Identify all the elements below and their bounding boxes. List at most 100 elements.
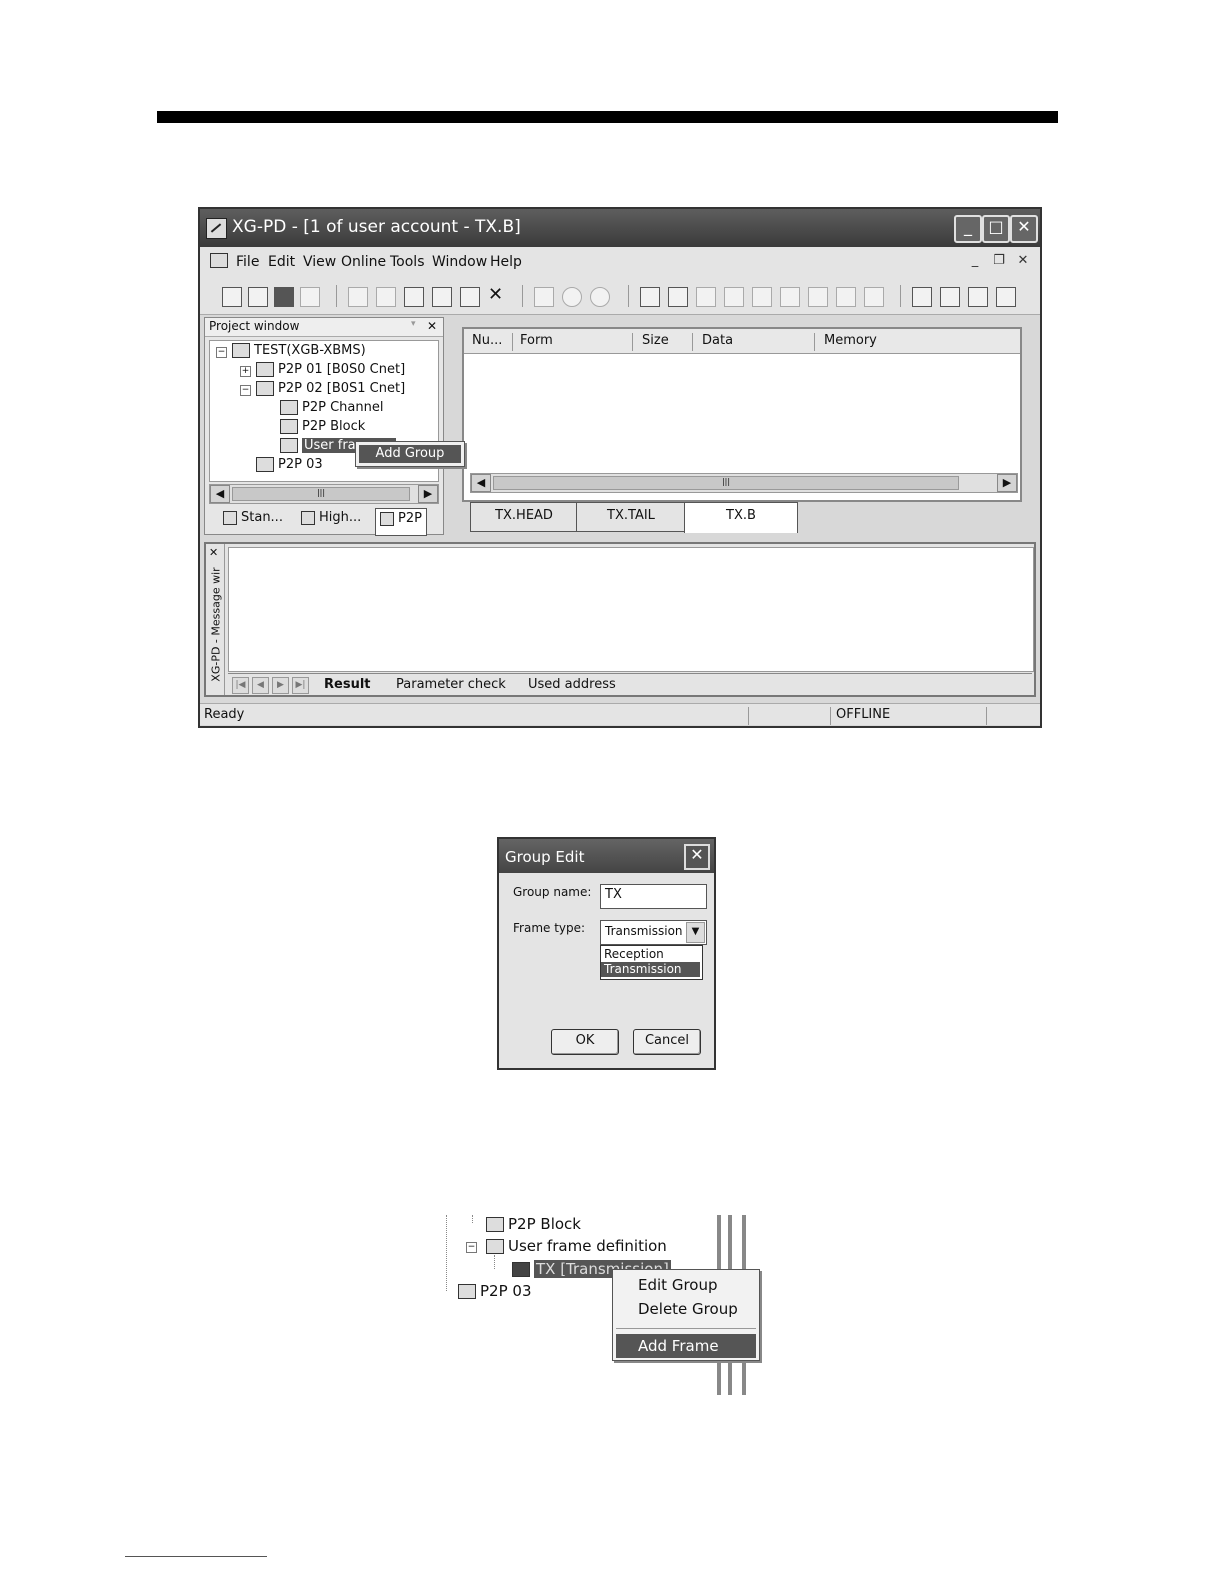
mdi-close-icon[interactable]: ✕ — [1014, 253, 1032, 271]
tree-item-p2p02[interactable]: P2P 02 [B0S1 Cnet] — [256, 381, 405, 396]
arrange-icon[interactable] — [996, 287, 1016, 307]
tree-item-root[interactable]: TEST(XGB-XBMS) — [232, 343, 366, 358]
menu-edit[interactable]: Edit — [268, 254, 295, 270]
tab-tx-b[interactable]: TX.B — [684, 502, 798, 533]
main-window: XG-PD - [1 of user account - TX.B] _ □ ✕… — [198, 207, 1042, 728]
tree-item-block[interactable]: P2P Block — [280, 419, 365, 434]
menu-add-group[interactable]: Add Group — [359, 445, 461, 463]
menu-file[interactable]: File — [236, 254, 259, 270]
dialog-close-icon[interactable]: ✕ — [684, 844, 710, 870]
minimize-button[interactable]: _ — [954, 215, 982, 243]
tab-used-address[interactable]: Used address — [528, 677, 616, 692]
tab-tx-head[interactable]: TX.HEAD — [470, 502, 578, 532]
zoom-in-icon[interactable] — [562, 287, 582, 307]
mdi-restore-icon[interactable]: ❐ — [990, 253, 1008, 271]
tab-tx-tail[interactable]: TX.TAIL — [576, 502, 686, 532]
pin-icon[interactable]: ▾ — [411, 319, 416, 329]
delete-icon[interactable]: ✕ — [488, 286, 506, 305]
frame-type-select[interactable]: Transmission ▼ — [600, 920, 707, 945]
pane-close-icon[interactable]: ✕ — [427, 319, 437, 333]
tree-item-p2p03[interactable]: P2P 03 — [458, 1282, 532, 1300]
tile-horizontal-icon[interactable] — [940, 287, 960, 307]
write-icon[interactable] — [724, 287, 744, 307]
tree-item-p2p01[interactable]: P2P 01 [B0S0 Cnet] — [256, 362, 405, 377]
col-data[interactable]: Data — [702, 333, 733, 348]
paste-icon[interactable] — [460, 287, 480, 307]
tree-item-p2p03[interactable]: P2P 03 — [256, 457, 323, 472]
expand-icon[interactable]: + — [240, 366, 251, 377]
chevron-down-icon[interactable]: ▼ — [686, 922, 705, 943]
cut-icon[interactable] — [404, 287, 424, 307]
tab-result[interactable]: Result — [324, 677, 371, 692]
cancel-button[interactable]: Cancel — [633, 1029, 701, 1055]
tree-context-menu: Add Group — [355, 441, 465, 467]
first-icon[interactable]: |◀ — [232, 677, 249, 694]
next-icon[interactable]: ▶ — [272, 677, 289, 694]
mdi-minimize-icon[interactable]: _ — [966, 253, 984, 271]
message-output[interactable] — [228, 547, 1034, 672]
scroll-left-icon[interactable]: ◀ — [210, 485, 230, 503]
open-icon[interactable] — [248, 287, 268, 307]
scroll-right-icon[interactable]: ▶ — [997, 474, 1017, 492]
scroll-thumb[interactable]: ||| — [493, 476, 959, 490]
tree-item-block[interactable]: P2P Block — [486, 1215, 581, 1233]
menu-bar: File Edit View Online Tools Window Help … — [200, 247, 1040, 277]
settings-icon[interactable] — [836, 287, 856, 307]
maximize-button[interactable]: □ — [982, 215, 1010, 243]
new-icon[interactable] — [222, 287, 242, 307]
col-form[interactable]: Form — [520, 333, 553, 348]
scroll-left-icon[interactable]: ◀ — [471, 474, 491, 492]
menu-add-frame[interactable]: Add Frame — [616, 1334, 756, 1358]
scroll-thumb[interactable]: ||| — [232, 487, 410, 501]
tab-highspeed[interactable]: High... — [301, 510, 361, 532]
ok-button[interactable]: OK — [551, 1029, 619, 1055]
menu-help[interactable]: Help — [490, 254, 522, 270]
info-icon[interactable] — [864, 287, 884, 307]
menu-tools[interactable]: Tools — [390, 254, 425, 270]
group-name-input[interactable]: TX — [600, 884, 707, 909]
menu-delete-group[interactable]: Delete Group — [638, 1300, 738, 1318]
col-size[interactable]: Size — [642, 333, 669, 348]
prev-icon[interactable]: ◀ — [252, 677, 269, 694]
option-reception[interactable]: Reception — [601, 947, 700, 962]
scroll-right-icon[interactable]: ▶ — [418, 485, 438, 503]
disconnect-icon[interactable] — [668, 287, 688, 307]
list-hscrollbar[interactable]: ◀ ||| ▶ — [470, 473, 1018, 493]
collapse-icon[interactable]: − — [240, 385, 251, 396]
collapse-icon[interactable]: − — [466, 1242, 477, 1253]
undo-icon[interactable] — [348, 287, 368, 307]
menu-edit-group[interactable]: Edit Group — [638, 1276, 717, 1294]
tree-hscrollbar[interactable]: ◀ ||| ▶ — [209, 484, 439, 504]
menu-view[interactable]: View — [303, 254, 336, 270]
message-close-icon[interactable]: ✕ — [209, 546, 218, 559]
cascade-icon[interactable] — [912, 287, 932, 307]
tab-parameter-check[interactable]: Parameter check — [396, 677, 506, 692]
export-icon[interactable] — [780, 287, 800, 307]
print-icon[interactable] — [300, 287, 320, 307]
tile-vertical-icon[interactable] — [968, 287, 988, 307]
menu-window[interactable]: Window — [432, 254, 487, 270]
diagnose-icon[interactable] — [808, 287, 828, 307]
block-icon — [280, 419, 298, 434]
connect-icon[interactable] — [640, 287, 660, 307]
chart-icon[interactable] — [534, 287, 554, 307]
title-bar[interactable]: XG-PD - [1 of user account - TX.B] _ □ ✕ — [200, 209, 1040, 247]
menu-online[interactable]: Online — [341, 254, 386, 270]
col-number[interactable]: Nu... — [472, 333, 502, 348]
copy-icon[interactable] — [432, 287, 452, 307]
tab-standard[interactable]: Stan... — [223, 510, 283, 532]
read-icon[interactable] — [696, 287, 716, 307]
tab-p2p[interactable]: P2P — [375, 508, 427, 536]
doc-icon[interactable] — [210, 253, 228, 268]
option-transmission[interactable]: Transmission — [601, 962, 700, 977]
last-icon[interactable]: ▶| — [292, 677, 309, 694]
save-icon[interactable] — [274, 287, 294, 307]
collapse-icon[interactable]: − — [216, 347, 227, 358]
tree-item-channel[interactable]: P2P Channel — [280, 400, 383, 415]
tree-item-userframe[interactable]: User frame definition — [486, 1237, 667, 1255]
redo-icon[interactable] — [376, 287, 396, 307]
monitor-icon[interactable] — [752, 287, 772, 307]
close-button[interactable]: ✕ — [1010, 215, 1038, 243]
col-memory[interactable]: Memory — [824, 333, 877, 348]
zoom-out-icon[interactable] — [590, 287, 610, 307]
